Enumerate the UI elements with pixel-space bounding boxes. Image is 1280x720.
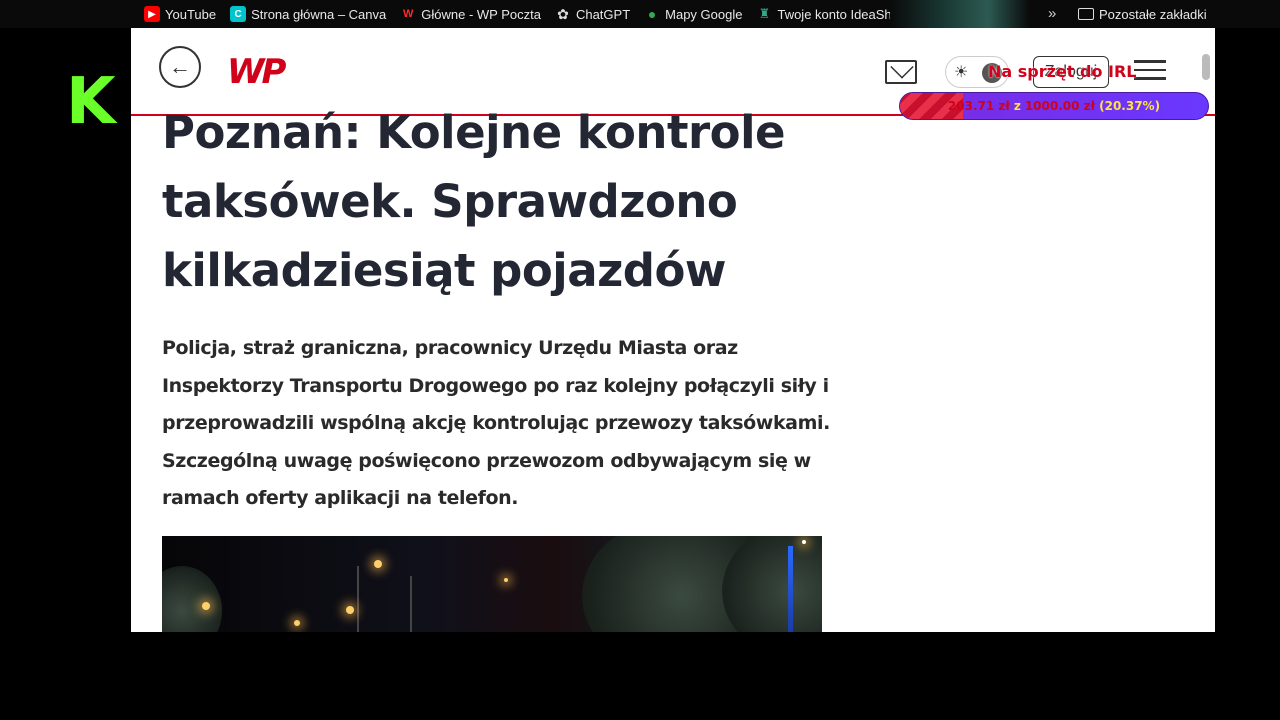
theme-artwork bbox=[890, 0, 1030, 28]
ideashirt-icon: ♜ bbox=[758, 6, 771, 21]
mail-icon[interactable] bbox=[885, 60, 917, 84]
scrollbar-thumb[interactable] bbox=[1202, 54, 1210, 80]
donation-percent: (20.37%) bbox=[1099, 99, 1161, 113]
arrow-left-icon: ← bbox=[169, 54, 191, 79]
wp-icon: W bbox=[403, 8, 414, 20]
bookmark-label: Mapy Google bbox=[665, 6, 743, 22]
canva-icon: C bbox=[230, 6, 247, 22]
sun-icon: ☀ bbox=[954, 64, 969, 81]
donation-progress-text: 203.71 zł z 1000.00 zł (20.37%) bbox=[900, 93, 1208, 119]
donation-current: 203.71 zł bbox=[947, 99, 1010, 113]
article-lead: Policja, straż graniczna, pracownicy Urz… bbox=[162, 337, 830, 509]
youtube-icon: ▶ bbox=[144, 6, 160, 22]
bookmark-label: Główne - WP Poczta bbox=[421, 6, 541, 22]
donation-progress-bar: 203.71 zł z 1000.00 zł (20.37%) bbox=[899, 92, 1209, 120]
stream-logo-letter: K bbox=[66, 65, 116, 139]
donation-title: Na sprzęt do IRL bbox=[988, 62, 1137, 81]
folder-icon bbox=[1078, 8, 1094, 20]
bookmark-chatgpt[interactable]: ✿ ChatGPT bbox=[555, 6, 630, 22]
bookmark-maps[interactable]: ● Mapy Google bbox=[644, 6, 743, 22]
menu-icon[interactable] bbox=[1134, 60, 1166, 84]
chevron-double-right-icon[interactable]: » bbox=[1048, 5, 1056, 22]
bookmark-label: YouTube bbox=[165, 6, 217, 22]
maps-icon: ● bbox=[647, 6, 657, 22]
article-photo bbox=[162, 536, 822, 632]
bookmark-youtube[interactable]: ▶ YouTube bbox=[144, 6, 216, 22]
bookmark-wp-poczta[interactable]: W Główne - WP Poczta bbox=[400, 6, 541, 22]
donation-goal: 1000.00 zł bbox=[1024, 99, 1096, 113]
wp-logo[interactable]: WP bbox=[227, 52, 286, 92]
bookmark-other-folder[interactable]: Pozostałe zakładki bbox=[1078, 0, 1207, 28]
bookmark-label: ChatGPT bbox=[575, 6, 631, 22]
bookmark-label: Strona główna – Canva bbox=[251, 6, 387, 22]
article-headline: Poznań: Kolejne kontrole taksówek. Spraw… bbox=[162, 106, 786, 297]
chatgpt-icon: ✿ bbox=[557, 5, 569, 22]
donation-separator: z bbox=[1013, 99, 1021, 113]
bookmark-canva[interactable]: C Strona główna – Canva bbox=[230, 6, 386, 22]
bookmark-other-label: Pozostałe zakładki bbox=[1099, 6, 1207, 22]
back-button[interactable]: ← bbox=[159, 46, 201, 88]
